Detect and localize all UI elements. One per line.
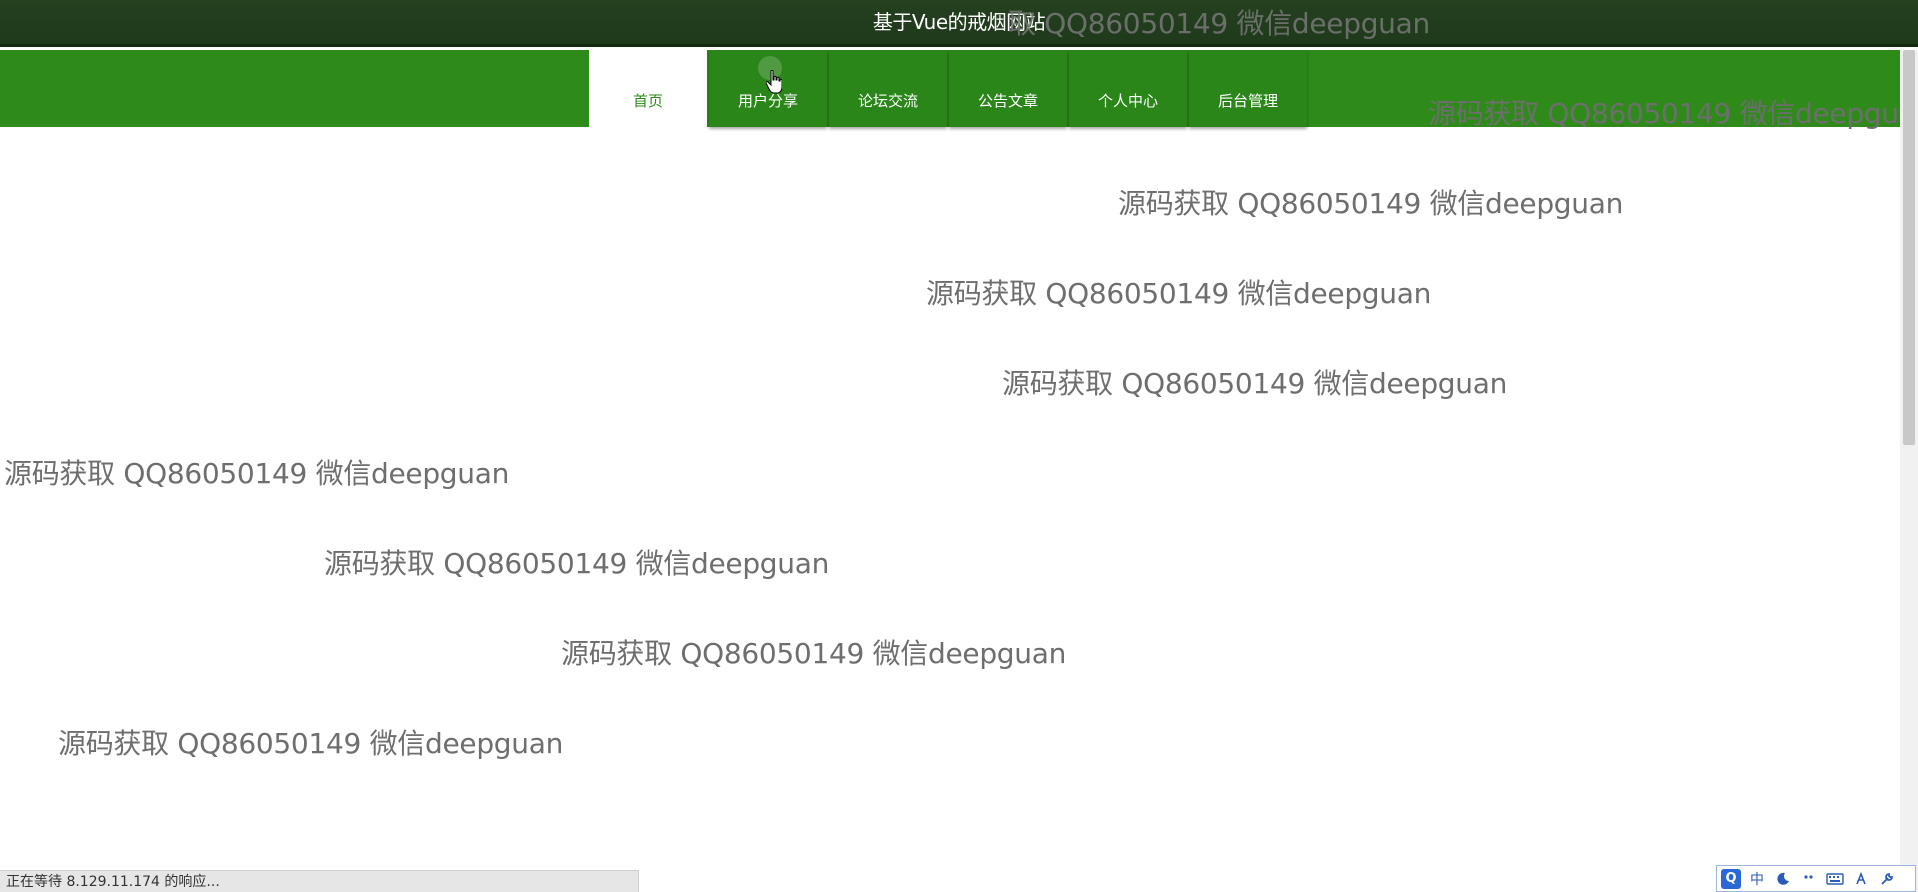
punctuation-icon[interactable] (1799, 869, 1819, 889)
nav-item-label: 后台管理 (1217, 92, 1278, 110)
nav-item-label: 论坛交流 (857, 92, 918, 110)
nav-item-personal-center[interactable]: 个人中心 (1069, 50, 1187, 127)
nav-tabs: 首页 用户分享 论坛交流 公告文章 个人中心 后台管理 (589, 50, 1309, 127)
ime-logo-icon[interactable]: Q (1721, 868, 1741, 889)
gesture-icon[interactable] (1851, 869, 1871, 889)
hand-cursor-icon (766, 70, 782, 94)
site-title-bar: 基于Vue的戒烟网站 (0, 0, 1918, 47)
vertical-scrollbar[interactable] (1900, 50, 1918, 892)
watermark-text: 源码获取 QQ86050149 微信deepguan (561, 637, 1067, 670)
browser-status-bar: 正在等待 8.129.11.174 的响应... (0, 870, 639, 892)
watermark-text: 源码获取 QQ86050149 微信deepguan (58, 727, 564, 760)
keyboard-icon[interactable] (1825, 869, 1845, 889)
watermark-text: 源码获取 QQ86050149 微信deepguan (1118, 187, 1624, 220)
settings-wrench-icon[interactable] (1877, 869, 1897, 889)
watermark-text: 源码获取 QQ86050149 微信deepguan (926, 277, 1432, 310)
nav-item-label: 个人中心 (1097, 92, 1158, 110)
ime-language-toggle[interactable]: 中 (1747, 869, 1767, 889)
nav-item-home[interactable]: 首页 (589, 50, 707, 127)
scrollbar-thumb[interactable] (1903, 50, 1915, 445)
watermark-text: 源码获取 QQ86050149 微信deepguan (4, 457, 510, 490)
watermark-text: 源码获取 QQ86050149 微信deepguan (1002, 367, 1508, 400)
nav-item-announcements[interactable]: 公告文章 (949, 50, 1067, 127)
page: 基于Vue的戒烟网站 首页 用户分享 论坛交流 公告文章 个人中心 后台管理 取… (0, 0, 1918, 892)
nav-item-admin[interactable]: 后台管理 (1189, 50, 1307, 127)
nav-item-label: 公告文章 (977, 92, 1038, 110)
ime-toolbar[interactable]: Q 中 (1716, 865, 1916, 892)
watermark-text: 源码获取 QQ86050149 微信deepguan (324, 547, 830, 580)
nav-item-forum[interactable]: 论坛交流 (829, 50, 947, 127)
nav-item-label: 首页 (632, 92, 663, 110)
moon-icon[interactable] (1773, 869, 1793, 889)
watermark-text: 取 QQ86050149 微信deepguan (1008, 7, 1430, 40)
watermark-text: 源码获取 QQ86050149 微信deepgu (1428, 97, 1899, 130)
